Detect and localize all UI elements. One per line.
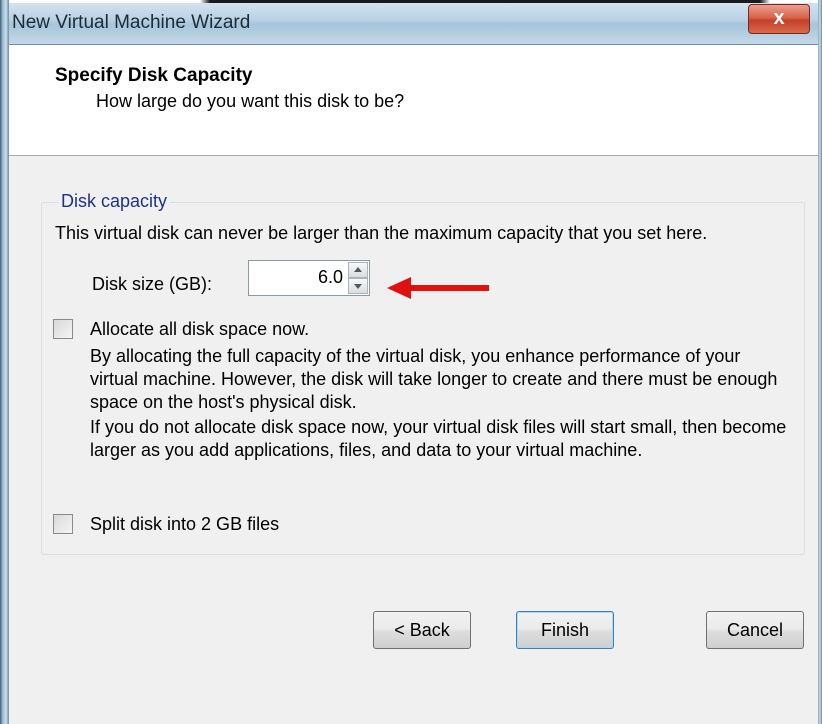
title-bar[interactable]: New Virtual Machine Wizard x xyxy=(0,0,822,45)
spin-down-icon[interactable] xyxy=(348,278,368,294)
finish-button[interactable]: Finish xyxy=(516,611,614,649)
allocate-checkbox[interactable] xyxy=(53,319,73,339)
disk-size-input[interactable]: 6.0 xyxy=(253,267,343,288)
spin-up-icon[interactable] xyxy=(348,262,368,278)
split-label[interactable]: Split disk into 2 GB files xyxy=(90,514,279,535)
disk-size-label: Disk size (GB): xyxy=(92,274,213,294)
capacity-description: This virtual disk can never be larger th… xyxy=(55,223,708,243)
cancel-button[interactable]: Cancel xyxy=(706,611,804,649)
allocate-paragraph-1: By allocating the full capacity of the v… xyxy=(90,346,778,412)
wizard-content: Disk capacity This virtual disk can neve… xyxy=(9,156,818,724)
window-frame-left xyxy=(0,0,9,724)
disk-size-spinner[interactable]: 6.0 xyxy=(248,260,370,296)
window-title: New Virtual Machine Wizard xyxy=(12,12,251,33)
allocate-label[interactable]: Allocate all disk space now. xyxy=(90,319,309,340)
screen-edge xyxy=(0,0,822,3)
page-title: Specify Disk Capacity xyxy=(55,65,253,86)
red-arrow-icon xyxy=(387,277,489,299)
page-subtitle: How large do you want this disk to be? xyxy=(96,91,405,111)
split-checkbox[interactable] xyxy=(53,514,73,534)
close-button[interactable]: x xyxy=(748,4,810,34)
wizard-window: New Virtual Machine Wizard x Specify Dis… xyxy=(0,0,822,724)
window-frame-right xyxy=(818,0,822,724)
allocate-paragraph-2: If you do not allocate disk space now, y… xyxy=(90,417,787,460)
close-icon: x xyxy=(773,7,785,29)
back-button[interactable]: < Back xyxy=(373,611,471,649)
wizard-header: Specify Disk Capacity How large do you w… xyxy=(9,45,818,156)
group-label: Disk capacity xyxy=(58,191,171,212)
